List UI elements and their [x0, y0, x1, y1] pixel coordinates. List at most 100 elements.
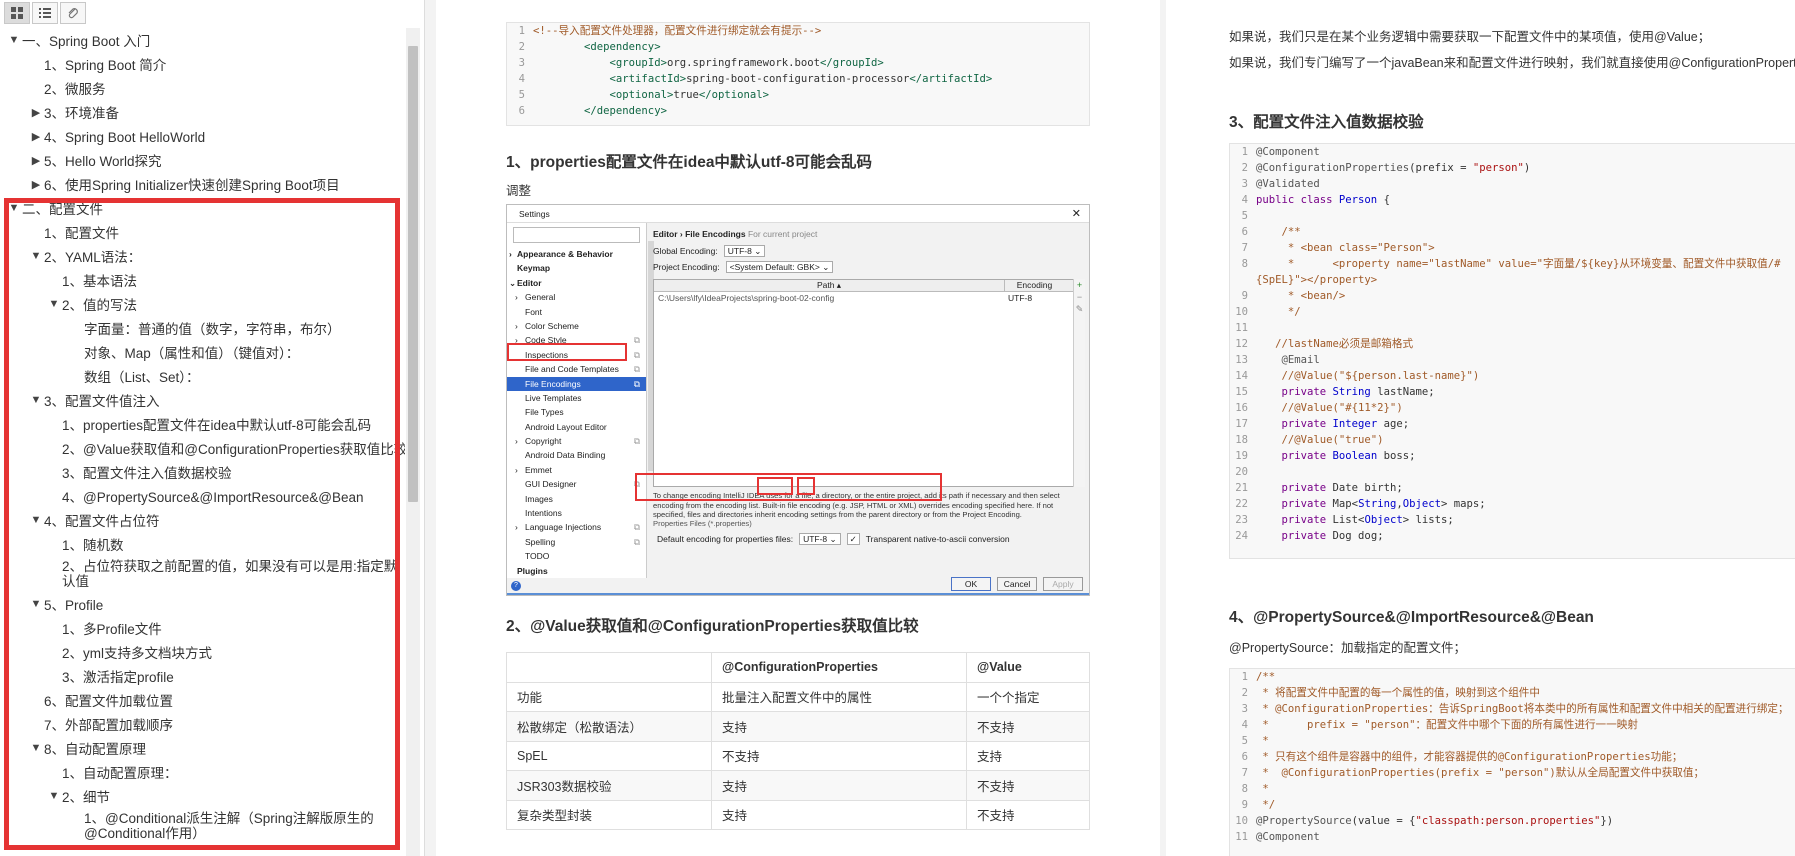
outline-item[interactable]: ▼ 2、细节 — [0, 784, 405, 808]
outline-item[interactable]: 7、外部配置加载顺序 — [0, 712, 405, 736]
outline-item-label: 二、配置文件 — [22, 202, 103, 217]
settings-tree-label: File and Code Templates — [525, 364, 619, 375]
outline-item[interactable]: ▶ 6、使用Spring Initializer快速创建Spring Boot项目 — [0, 172, 405, 196]
code-line: 17 private Integer age; — [1230, 416, 1795, 432]
outline-item[interactable]: ▼ 4、配置文件占位符 — [0, 508, 405, 532]
outline-item[interactable]: ▶ 3、环境准备 — [0, 100, 405, 124]
triangle-down-icon[interactable]: ▼ — [28, 250, 44, 262]
outline-item[interactable]: ▼ 8、自动配置原理 — [0, 736, 405, 760]
code-text: @Validated — [1256, 176, 1795, 192]
code-token: * — [1256, 783, 1269, 795]
outline-item[interactable]: 3、配置文件注入值数据校验 — [0, 460, 405, 484]
outline-item[interactable]: 1、多Profile文件 — [0, 616, 405, 640]
encoding-table-row: C:\Users\lfy\IdeaProjects\spring-boot-02… — [658, 293, 1033, 303]
triangle-down-icon[interactable]: ▼ — [6, 202, 22, 214]
line-number: 9 — [1241, 799, 1248, 811]
settings-tree-label: Copyright — [525, 436, 562, 447]
cancel-button: Cancel — [997, 577, 1037, 591]
outline-item[interactable]: ▼ 5、Profile — [0, 592, 405, 616]
code-line: 5 — [1230, 208, 1795, 224]
settings-tree-item: File and Code Templates ⧉ — [507, 362, 646, 376]
code-token: * 只有这个组件是容器中的组件，才能容器提供的@ConfigurationPro… — [1256, 751, 1683, 763]
settings-tree-item: TODO — [507, 549, 646, 563]
outline-item-label: 4、@PropertySource&@ImportResource&@Bean — [62, 490, 364, 505]
outline-item[interactable]: 对象、Map（属性和值）（键值对）： — [0, 340, 405, 364]
outline-item[interactable]: ▶ 4、Spring Boot HelloWorld — [0, 124, 405, 148]
outline-list-icon[interactable] — [32, 2, 58, 24]
table-row: SpEL 不支持 支持 — [506, 740, 1090, 771]
outline-item[interactable]: 2、yml支持多文档块方式 — [0, 640, 405, 664]
settings-bottom-bar — [507, 593, 1089, 595]
code-token: <dependency> — [584, 41, 661, 53]
outline-item[interactable]: ▼ 3、配置文件值注入 — [0, 388, 405, 412]
outline-item[interactable]: 2、微服务 — [0, 76, 405, 100]
outline-item[interactable]: 1、@Conditional派生注解（Spring注解版原生的@Conditio… — [0, 808, 405, 844]
outline-item[interactable]: ▶ 5、Hello World探究 — [0, 148, 405, 172]
outline-item[interactable]: 1、基本语法 — [0, 268, 405, 292]
tree-arrow-icon: › — [515, 320, 518, 331]
code-block-dependency[interactable]: 1 <!--导入配置文件处理器，配置文件进行绑定就会有提示--> 2 <depend… — [506, 22, 1090, 126]
code-line: 6 </dependency> — [507, 103, 1089, 119]
outline-item[interactable]: 1、配置文件 — [0, 220, 405, 244]
tree-arrow-icon: › — [515, 464, 518, 475]
triangle-down-icon[interactable]: ▼ — [46, 790, 62, 802]
outline-item[interactable]: 1、随机数 — [0, 532, 405, 556]
outline-item[interactable]: 6、配置文件加载位置 — [0, 688, 405, 712]
outline-item[interactable]: 1、Spring Boot 简介 — [0, 52, 405, 76]
heading-validation: 3、配置文件注入值数据校验 — [1229, 114, 1424, 131]
code-text: private Boolean boss; — [1256, 448, 1795, 464]
close-icon: ✕ — [1071, 208, 1081, 220]
code-token: (prefix = — [1409, 162, 1473, 174]
outline-item[interactable]: 4、@PropertySource&@ImportResource&@Bean — [0, 484, 405, 508]
line-number: 18 — [1235, 434, 1248, 446]
line-number: 24 — [1235, 530, 1248, 542]
triangle-down-icon[interactable]: ▼ — [6, 34, 22, 46]
code-token: private — [1256, 386, 1333, 398]
outline-item[interactable]: 数组（List、Set）： — [0, 364, 405, 388]
triangle-down-icon[interactable]: ▼ — [46, 298, 62, 310]
outline-item[interactable]: 2、@Value获取值和@ConfigurationProperties获取值比… — [0, 436, 405, 460]
code-token: @Validated — [1256, 178, 1320, 190]
triangle-down-icon[interactable]: ▼ — [28, 514, 44, 526]
outline-item[interactable]: 1、自动配置原理： — [0, 760, 405, 784]
outline-item[interactable]: ▼ 2、YAML语法： — [0, 244, 405, 268]
outline-item[interactable]: 3、激活指定profile — [0, 664, 405, 688]
code-line: 2 <dependency> — [507, 39, 1089, 55]
code-text: @Component — [1256, 829, 1795, 845]
file-grid-icon[interactable] — [4, 2, 30, 24]
outline-item-label: 1、properties配置文件在idea中默认utf-8可能会乱码 — [62, 418, 372, 433]
triangle-down-icon[interactable]: ▼ — [28, 394, 44, 406]
outline-item[interactable]: 2、占位符获取之前配置的值，如果没有可以是用:指定默认值 — [0, 556, 405, 592]
document-page-left: 1 <!--导入配置文件处理器，配置文件进行绑定就会有提示--> 2 <depend… — [436, 0, 1160, 856]
sidebar-scroll-thumb[interactable] — [408, 46, 418, 502]
properties-files-section: Properties Files (*.properties) Default … — [653, 519, 1085, 547]
triangle-right-icon[interactable]: ▶ — [28, 154, 44, 167]
triangle-right-icon[interactable]: ▶ — [28, 178, 44, 191]
outline-item[interactable]: 1、properties配置文件在idea中默认utf-8可能会乱码 — [0, 412, 405, 436]
line-number: 1 — [1241, 671, 1248, 683]
settings-tree-label: GUI Designer — [525, 479, 577, 490]
line-number: 3 — [1241, 178, 1248, 190]
code-token: boss; — [1377, 450, 1416, 462]
triangle-down-icon[interactable]: ▼ — [28, 598, 44, 610]
line-number: 6 — [1241, 751, 1248, 763]
attachment-icon[interactable] — [60, 2, 86, 24]
table-cell: SpEL — [506, 740, 712, 771]
outline-item[interactable]: ▼ 2、值的写法 — [0, 292, 405, 316]
outline-item-label: 2、@Value获取值和@ConfigurationProperties获取值比… — [62, 442, 405, 457]
code-block-property-source[interactable]: 1/** 2 * 将配置文件中配置的每一个属性的值，映射到这个组件中 3 * @Co… — [1229, 668, 1795, 856]
line-number: 4 — [1241, 719, 1248, 731]
outline-item[interactable]: ▼ 一、Spring Boot 入门 — [0, 28, 405, 52]
code-block-person[interactable]: 1 @Component 2 @ConfigurationProperties(pre… — [1229, 143, 1795, 559]
triangle-right-icon[interactable]: ▶ — [28, 106, 44, 119]
settings-tree-item: › Language Injections ⧉ — [507, 520, 646, 534]
outline-item[interactable]: ▼ 二、配置文件 — [0, 196, 405, 220]
default-encoding-dropdown: UTF-8 ⌄ — [799, 533, 841, 545]
triangle-down-icon[interactable]: ▼ — [28, 742, 44, 754]
code-text: private String lastName; — [1256, 384, 1795, 400]
line-number: 4 — [518, 73, 525, 85]
triangle-right-icon[interactable]: ▶ — [28, 130, 44, 143]
outline-item[interactable]: 字面量：普通的值（数字，字符串，布尔） — [0, 316, 405, 340]
